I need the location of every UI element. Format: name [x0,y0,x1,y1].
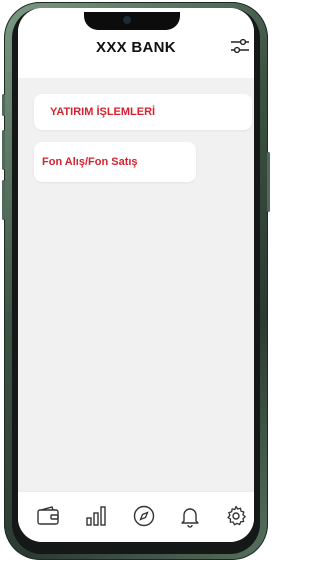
gear-icon[interactable] [224,504,248,528]
app-screen: XXX BANK YATIRIM İŞLEMLERİ Fon Alış/Fon … [18,8,254,542]
notch [84,12,180,30]
volume-up-button [2,130,5,170]
tab-bar [18,491,254,542]
compass-icon[interactable] [132,504,156,528]
volume-down-button [2,180,5,220]
menu-item-label: YATIRIM İŞLEMLERİ [50,106,156,118]
menu-item-label: Fon Alış/Fon Satış [42,156,138,168]
mute-switch [2,94,5,116]
wallet-icon[interactable] [36,504,60,528]
sliders-icon[interactable] [230,37,250,55]
app-title: XXX BANK [96,39,176,56]
menu-item-yatirim-islemleri[interactable]: YATIRIM İŞLEMLERİ [34,94,252,130]
bar-chart-icon[interactable] [84,504,108,528]
menu-item-fon-alis-satis[interactable]: Fon Alış/Fon Satış [34,142,196,182]
bell-icon[interactable] [178,504,202,528]
power-button [267,152,270,212]
camera [123,16,131,24]
